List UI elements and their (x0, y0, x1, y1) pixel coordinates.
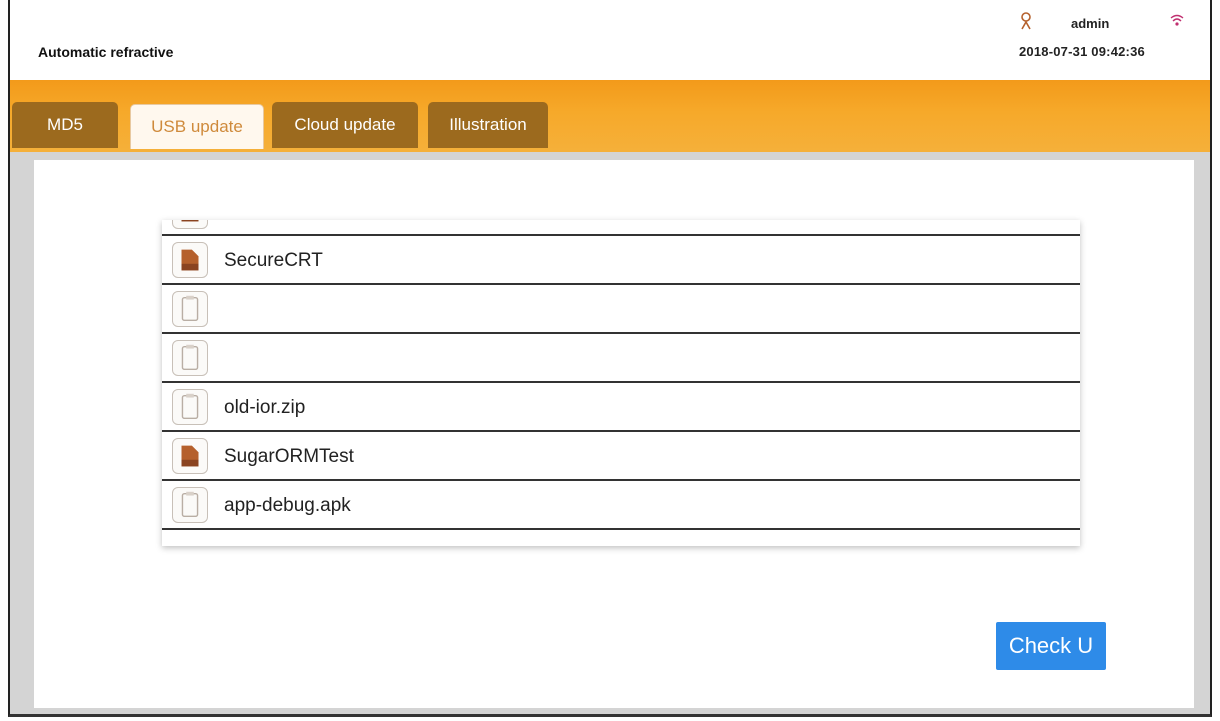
file-name: aaa (224, 220, 256, 223)
tab-usb-update[interactable]: USB update (130, 104, 264, 149)
app-window: Automatic refractive admin 2018-07-31 09… (8, 0, 1212, 717)
wifi-icon (1170, 14, 1184, 26)
folder-icon (172, 220, 208, 229)
list-item[interactable]: aaa (162, 220, 1080, 236)
folder-icon (172, 438, 208, 474)
file-name: old-ior.zip (224, 397, 306, 418)
list-item[interactable]: SecureCRT (162, 236, 1080, 285)
datetime: 2018-07-31 09:42:36 (1019, 44, 1145, 59)
list-item[interactable] (162, 285, 1080, 334)
list-item[interactable]: SugarORMTest (162, 432, 1080, 481)
app-title: Automatic refractive (38, 44, 174, 60)
file-name: SecureCRT (224, 250, 323, 271)
user-info: admin 2018-07-31 09:42:36 (1013, 10, 1188, 70)
tab-illustration[interactable]: Illustration (428, 102, 548, 148)
top-bar: Automatic refractive admin 2018-07-31 09… (10, 0, 1210, 80)
tab-cloud-update[interactable]: Cloud update (272, 102, 418, 148)
tab-md5[interactable]: MD5 (12, 102, 118, 148)
usb-update-panel: aaa SecureCRT old-ior.zip SugarORMTest (34, 160, 1194, 708)
check-update-button[interactable]: Check U (996, 622, 1106, 670)
list-item[interactable] (162, 334, 1080, 383)
file-name: app-debug.apk (224, 495, 351, 516)
file-name: SugarORMTest (224, 446, 354, 467)
file-icon (172, 291, 208, 327)
list-item[interactable]: app-debug.apk (162, 481, 1080, 530)
file-list[interactable]: aaa SecureCRT old-ior.zip SugarORMTest (162, 220, 1080, 546)
tab-bar: MD5 USB update Cloud update Illustration (10, 80, 1210, 152)
folder-icon (172, 242, 208, 278)
list-item[interactable]: old-ior.zip (162, 383, 1080, 432)
user-icon[interactable] (1019, 12, 1033, 30)
file-icon (172, 487, 208, 523)
file-icon (172, 340, 208, 376)
file-icon (172, 389, 208, 425)
username: admin (1071, 16, 1110, 31)
